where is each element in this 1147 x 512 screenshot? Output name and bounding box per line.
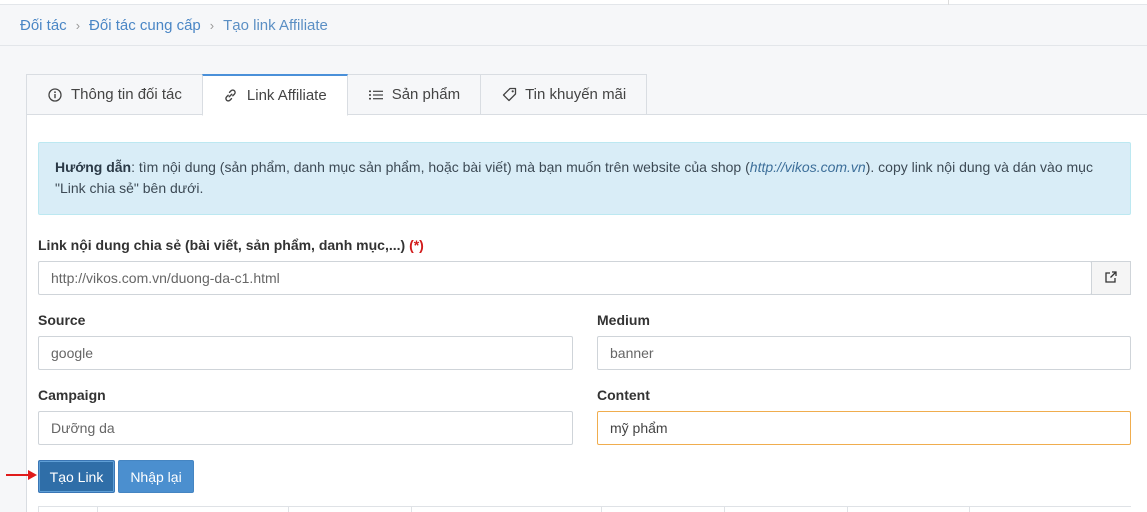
medium-label: Medium (597, 312, 650, 328)
tab-label: Thông tin đối tác (71, 86, 182, 103)
content-input[interactable] (597, 411, 1131, 445)
create-link-button[interactable]: Tạo Link (38, 460, 115, 493)
content-label: Content (597, 387, 650, 403)
tab-label: Tin khuyến mãi (525, 86, 627, 103)
guide-url: http://vikos.com.vn (749, 159, 866, 175)
pointer-arrow-icon (6, 470, 37, 480)
guide-text-before: : tìm nội dung (sản phẩm, danh mục sản p… (131, 159, 750, 175)
guide-alert: Hướng dẫn: tìm nội dung (sản phẩm, danh … (38, 142, 1131, 215)
tab-promotions[interactable]: Tin khuyến mãi (480, 74, 648, 115)
tab-products[interactable]: Sản phẩm (346, 74, 482, 115)
share-link-input[interactable] (38, 261, 1092, 295)
source-input[interactable] (38, 336, 573, 370)
medium-input[interactable] (597, 336, 1131, 370)
open-link-button[interactable] (1091, 261, 1131, 295)
guide-title: Hướng dẫn (55, 159, 132, 175)
tab-label: Link Affiliate (246, 87, 327, 104)
breadcrumb-separator: › (209, 17, 215, 33)
tab-bar: Thông tin đối tác Link Affiliate Sản phẩ… (26, 74, 648, 116)
list-icon (368, 87, 384, 103)
link-icon (223, 88, 239, 104)
breadcrumb-separator: › (75, 17, 81, 33)
reset-button[interactable]: Nhập lại (118, 460, 194, 493)
campaign-input[interactable] (38, 411, 573, 445)
external-link-icon (1104, 270, 1118, 287)
source-label: Source (38, 312, 86, 328)
breadcrumb-item-partners[interactable]: Đối tác (20, 17, 67, 34)
tab-partner-info[interactable]: Thông tin đối tác (26, 74, 203, 115)
link-label: Link nội dung chia sẻ (bài viết, sản phẩ… (38, 237, 424, 253)
tag-icon (501, 87, 517, 103)
info-icon (47, 87, 63, 103)
result-table (38, 506, 1131, 512)
campaign-label: Campaign (38, 387, 106, 403)
tab-link-affiliate[interactable]: Link Affiliate (201, 74, 348, 116)
breadcrumb-item-suppliers[interactable]: Đối tác cung cấp (89, 17, 201, 34)
breadcrumb-item-current: Tạo link Affiliate (223, 16, 328, 34)
breadcrumb: Đối tác › Đối tác cung cấp › Tạo link Af… (0, 5, 1147, 46)
required-mark: (*) (409, 237, 424, 253)
tab-label: Sản phẩm (391, 86, 461, 103)
